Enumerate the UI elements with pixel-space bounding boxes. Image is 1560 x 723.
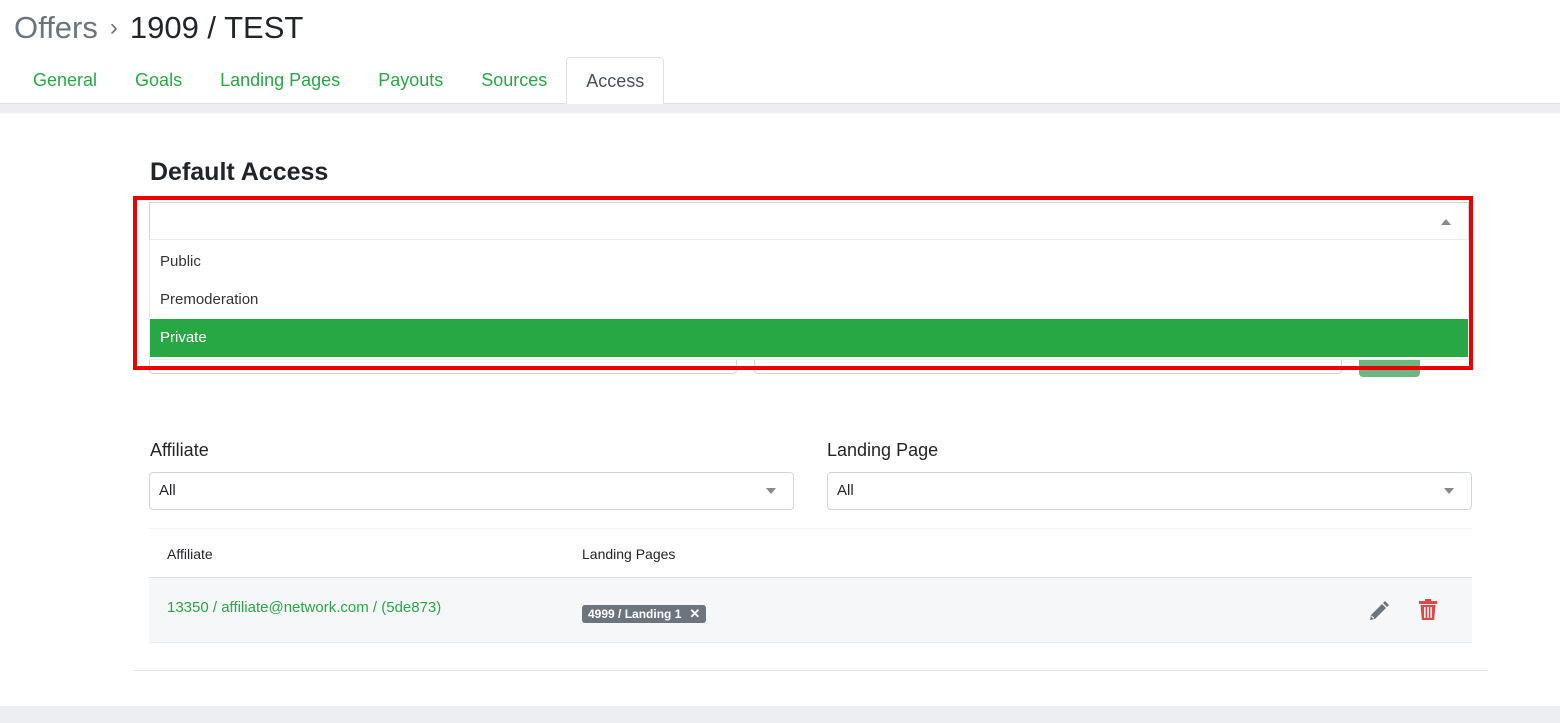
tab-access[interactable]: Access: [566, 57, 665, 104]
affiliate-filter-select[interactable]: All: [149, 472, 794, 510]
page-title: 1909 / TEST: [129, 10, 304, 45]
landing-badge-label: 4999 / Landing 1: [588, 607, 682, 621]
caret-up-icon: [1441, 219, 1451, 225]
access-panel: Default Access Public Premoderation Priv…: [0, 113, 1560, 706]
tab-general[interactable]: General: [14, 57, 116, 104]
option-private[interactable]: Private: [150, 319, 1468, 357]
column-affiliate: Affiliate: [167, 546, 213, 562]
breadcrumb-offers-link[interactable]: Offers: [14, 10, 98, 46]
affiliate-filter-label: Affiliate: [150, 440, 209, 460]
default-access-title: Default Access: [150, 158, 329, 186]
breadcrumb: Offers › 1909 / TEST: [14, 10, 303, 46]
close-icon[interactable]: ✕: [689, 605, 700, 623]
column-landing-pages: Landing Pages: [582, 546, 676, 562]
affiliate-link[interactable]: 13350 / affiliate@network.com / (5de873): [167, 599, 441, 616]
landing-filter-value: All: [837, 482, 854, 499]
divider: [133, 670, 1488, 671]
caret-down-icon: [766, 488, 776, 494]
table-row: 13350 / affiliate@network.com / (5de873)…: [149, 578, 1472, 643]
page-header: Offers › 1909 / TEST General Goals Landi…: [0, 0, 1560, 104]
landing-badge: 4999 / Landing 1 ✕: [582, 605, 707, 623]
landing-filter-label: Landing Page: [827, 440, 939, 460]
default-access-select[interactable]: [149, 202, 1469, 240]
affiliate-filter-value: All: [159, 482, 176, 499]
trash-icon[interactable]: [1417, 598, 1439, 622]
access-table: Affiliate Landing Pages 13350 / affiliat…: [149, 528, 1472, 643]
pencil-icon[interactable]: [1367, 599, 1391, 623]
tab-goals[interactable]: Goals: [116, 57, 201, 104]
tab-landing-pages[interactable]: Landing Pages: [201, 57, 359, 104]
option-public[interactable]: Public: [150, 243, 1468, 281]
caret-down-icon: [1444, 488, 1454, 494]
table-header: Affiliate Landing Pages: [149, 528, 1472, 578]
option-premoderation[interactable]: Premoderation: [150, 281, 1468, 319]
tab-sources[interactable]: Sources: [462, 57, 566, 104]
chevron-right-icon: ›: [109, 14, 118, 41]
tab-bar: General Goals Landing Pages Payouts Sour…: [14, 57, 665, 104]
landing-filter-select[interactable]: All: [827, 472, 1472, 510]
tab-payouts[interactable]: Payouts: [359, 57, 462, 104]
default-access-options: Public Premoderation Private: [149, 240, 1469, 360]
